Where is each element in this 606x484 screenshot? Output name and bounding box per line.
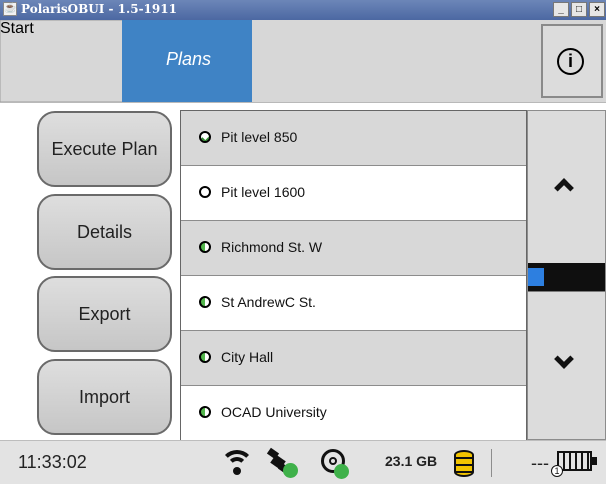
status-open-icon: [199, 186, 211, 198]
breadcrumb-plans-label: Plans: [166, 49, 212, 69]
storage-text: 23.1 GB: [385, 453, 438, 469]
info-button[interactable]: i: [541, 24, 603, 98]
export-button[interactable]: Export: [37, 276, 172, 352]
info-icon: i: [557, 48, 584, 75]
chevron-up-icon: [554, 178, 574, 198]
status-half-icon: [199, 241, 211, 253]
status-check-icon: [199, 131, 211, 143]
plan-label: Pit level 850: [221, 129, 298, 145]
scroll-thumb[interactable]: [528, 268, 544, 286]
breadcrumb-plans[interactable]: Plans: [122, 20, 252, 102]
status-bar: 11:33:02 23.1 GB --- 1: [0, 440, 606, 484]
plan-label: OCAD University: [221, 404, 327, 420]
list-item[interactable]: City Hall: [181, 331, 526, 386]
window-titlebar: ☕ PolarisOBUI - 1.5-1911 _ □ ×: [0, 0, 606, 20]
status-half-icon: [199, 351, 211, 363]
java-icon: ☕: [3, 2, 17, 16]
plans-list: Pit level 850 Pit level 1600 Richmond St…: [180, 110, 527, 441]
database-icon: [454, 450, 474, 477]
scroll-up-button[interactable]: [528, 111, 605, 264]
plan-label: Pit level 1600: [221, 184, 306, 200]
clock-time: 11:33:02: [18, 452, 87, 472]
status-half-icon: [199, 296, 211, 308]
wifi-icon: [220, 450, 254, 476]
window-title: PolarisOBUI - 1.5-1911: [21, 2, 177, 16]
list-item[interactable]: Richmond St. W: [181, 221, 526, 276]
list-item[interactable]: Pit level 850: [181, 111, 526, 166]
list-item[interactable]: Pit level 1600: [181, 166, 526, 221]
battery-tip: [591, 457, 597, 465]
maximize-button[interactable]: □: [571, 2, 587, 17]
minimize-button[interactable]: _: [553, 2, 569, 17]
list-item[interactable]: St AndrewC St.: [181, 276, 526, 331]
plan-label: Richmond St. W: [221, 239, 323, 255]
details-button[interactable]: Details: [37, 194, 172, 270]
disc-icon: [321, 449, 349, 479]
chevron-down-icon: [554, 349, 574, 369]
scroll-down-button[interactable]: [528, 291, 605, 440]
close-button[interactable]: ×: [589, 2, 605, 17]
status-divider: [491, 449, 492, 477]
list-item[interactable]: OCAD University: [181, 386, 526, 441]
status-half-icon: [199, 406, 211, 418]
battery-badge: 1: [551, 465, 563, 477]
list-scroller: [527, 110, 606, 440]
satellite-icon: [266, 447, 298, 478]
breadcrumb-start-label: Start: [0, 20, 34, 37]
import-button[interactable]: Import: [37, 359, 172, 435]
plan-label: St AndrewC St.: [221, 294, 316, 310]
plan-label: City Hall: [221, 349, 274, 365]
action-panel: Execute Plan Details Export Import: [0, 103, 180, 440]
execute-plan-button[interactable]: Execute Plan: [37, 111, 172, 187]
battery-status-text: ---: [531, 453, 549, 473]
